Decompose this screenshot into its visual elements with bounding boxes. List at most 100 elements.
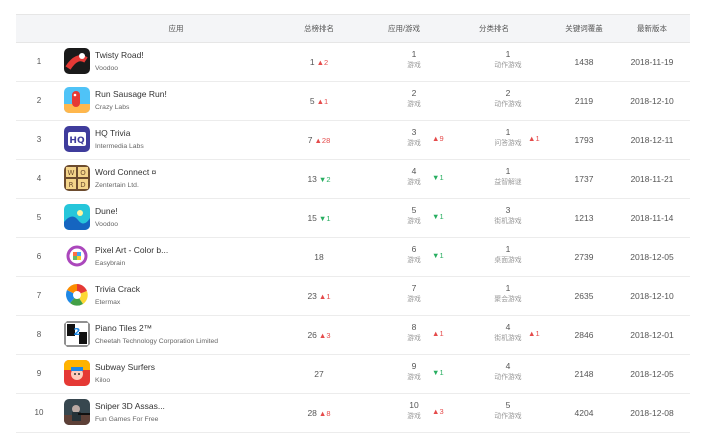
app-game-rank: 2 游戏 [394,87,434,111]
header-app-game[interactable]: 应用/游戏 [369,15,439,42]
word-connect-icon[interactable]: WORD [64,165,90,191]
total-rank: 5 ▲1 [284,82,354,120]
total-rank-value: 7 [307,135,313,145]
subway-surfers-icon[interactable] [64,360,90,386]
rank-number: 8 [36,330,42,339]
app-name[interactable]: Dune! [95,206,118,216]
table-row[interactable]: 6 Pixel Art - Color b... Easybrain 18 6 游戏 ▼1 1… [16,238,690,277]
keyword-count[interactable]: 2846 [564,316,604,354]
developer-name: Zentertain Ltd. [95,182,139,189]
pixel-art-icon[interactable] [64,243,90,269]
category-label[interactable]: 问答游戏 [488,138,528,150]
app-name[interactable]: HQ Trivia [95,128,130,138]
table-row[interactable]: 5 Dune! Voodoo 15 ▼1 5 游戏 ▼1 3 街机游戏 1213 2018-11-14 [16,199,690,238]
category-label[interactable]: 动作游戏 [488,411,528,423]
app-game-rank-change-value: 3 [439,407,444,416]
total-rank-change: ▲1 [319,292,331,301]
table-row[interactable]: 8 2 Piano Tiles 2™ Cheetah Technology Corpo… [16,316,690,355]
app-name[interactable]: Subway Surfers [95,362,155,372]
total-rank: 27 [284,355,354,393]
latest-version-date: 2018-11-19 [630,57,674,67]
keyword-count[interactable]: 2635 [564,277,604,315]
total-rank-value: 18 [314,252,324,262]
hq-trivia-icon[interactable]: HQ [64,126,90,152]
app-game-label: 游戏 [407,257,421,264]
app-game-label: 游戏 [407,296,421,303]
keyword-count[interactable]: 2119 [564,82,604,120]
header-category-rank[interactable]: 分类排名 [459,15,529,42]
category-label[interactable]: 动作游戏 [488,60,528,72]
table-row[interactable]: 10 Sniper 3D Assas... Fun Games For Free 28… [16,394,690,433]
keyword-count[interactable]: 1438 [564,43,604,81]
category-rank: 1 聚会游戏 [488,282,528,306]
app-name[interactable]: Word Connect ¤ [95,167,156,177]
app-info[interactable]: Run Sausage Run! Crazy Labs [95,82,280,120]
app-name[interactable]: Twisty Road! [95,50,144,60]
app-game-rank-change-value: 1 [439,173,444,182]
app-game-rank-value: 7 [411,283,417,293]
trivia-crack-icon[interactable] [64,282,90,308]
category-label[interactable]: 桌面游戏 [488,255,528,267]
svg-text:R: R [69,181,74,189]
arrow-up-icon: ▲ [316,97,324,106]
app-info[interactable]: Piano Tiles 2™ Cheetah Technology Corpora… [95,316,280,354]
app-info[interactable]: Trivia Crack Etermax [95,277,280,315]
category-label[interactable]: 街机游戏 [488,333,528,345]
category-label[interactable]: 动作游戏 [488,372,528,384]
keyword-count[interactable]: 2739 [564,238,604,276]
category-rank: 1 益智解谜 [488,165,528,189]
keyword-count[interactable]: 1793 [564,121,604,159]
category-label[interactable]: 益智解谜 [488,177,528,189]
table-row[interactable]: 9 Subway Surfers Kiloo 27 9 游戏 ▼1 4 动作游戏 2148 2018… [16,355,690,394]
app-info[interactable]: Twisty Road! Voodoo [95,43,280,81]
twisty-road-icon[interactable] [64,48,90,74]
total-rank-value: 5 [309,96,315,106]
app-info[interactable]: Pixel Art - Color b... Easybrain [95,238,280,276]
total-rank-change: ▲28 [314,136,330,145]
app-name[interactable]: Piano Tiles 2™ [95,323,152,333]
latest-version-date: 2018-11-21 [630,174,674,184]
table-row[interactable]: 4 W O R D Word Connect ¤ Zentertain Ltd. 13 ▼2 4 游… [16,160,690,199]
sniper-3d-icon[interactable] [64,399,90,425]
header-total-rank[interactable]: 总榜排名 [284,15,354,42]
category-label[interactable]: 动作游戏 [488,99,528,111]
header-keyword-count[interactable]: 关键词覆盖 [550,15,618,42]
rank-number: 1 [36,57,42,66]
app-name[interactable]: Run Sausage Run! [95,89,167,99]
app-info[interactable]: Sniper 3D Assas... Fun Games For Free [95,394,280,432]
app-info[interactable]: HQ Trivia Intermedia Labs [95,121,280,159]
table-row[interactable]: 1 Twisty Road! Voodoo 1 ▲2 1 游戏 1 动作游戏 1438 2018-1… [16,43,690,82]
keyword-count[interactable]: 2148 [564,355,604,393]
app-game-rank-change: ▼1 [432,212,444,221]
app-game-label: 游戏 [407,179,421,186]
table-row[interactable]: 3 HQ HQ Trivia Intermedia Labs 7 ▲28 3 游戏 ▲9 1 问答游… [16,121,690,160]
app-name[interactable]: Sniper 3D Assas... [95,401,165,411]
app-game-rank-value: 5 [411,205,417,215]
dune-icon[interactable] [64,204,90,230]
developer-name: Voodoo [95,221,119,228]
developer-name: Crazy Labs [95,104,130,111]
category-label[interactable]: 聚会游戏 [488,294,528,306]
total-rank-value: 26 [307,330,317,340]
run-sausage-run-icon[interactable] [64,87,90,113]
category-label[interactable]: 街机游戏 [488,216,528,228]
total-rank-change: ▲3 [319,331,331,340]
app-info[interactable]: Subway Surfers Kiloo [95,355,280,393]
table-row[interactable]: 7 Trivia Crack Etermax 23 ▲1 7 游戏 1 聚会游戏 2635 2018… [16,277,690,316]
keyword-count[interactable]: 1213 [564,199,604,237]
app-name[interactable]: Pixel Art - Color b... [95,245,168,255]
app-game-label: 游戏 [407,374,421,381]
total-rank-change-value: 1 [324,97,329,106]
keyword-count[interactable]: 4204 [564,394,604,432]
keyword-count[interactable]: 1737 [564,160,604,198]
app-name[interactable]: Trivia Crack [95,284,140,294]
header-latest-version: 最新版本 [637,24,667,33]
app-info[interactable]: Word Connect ¤ Zentertain Ltd. [95,160,280,198]
total-rank-change: ▼1 [319,214,331,223]
piano-tiles-icon[interactable]: 2 [64,321,90,347]
latest-version-date: 2018-12-10 [630,291,674,301]
app-info[interactable]: Dune! Voodoo [95,199,280,237]
total-rank-value: 28 [307,408,317,418]
total-rank-change: ▼2 [319,175,331,184]
table-row[interactable]: 2 Run Sausage Run! Crazy Labs 5 ▲1 2 游戏 2 动作游戏 21… [16,82,690,121]
